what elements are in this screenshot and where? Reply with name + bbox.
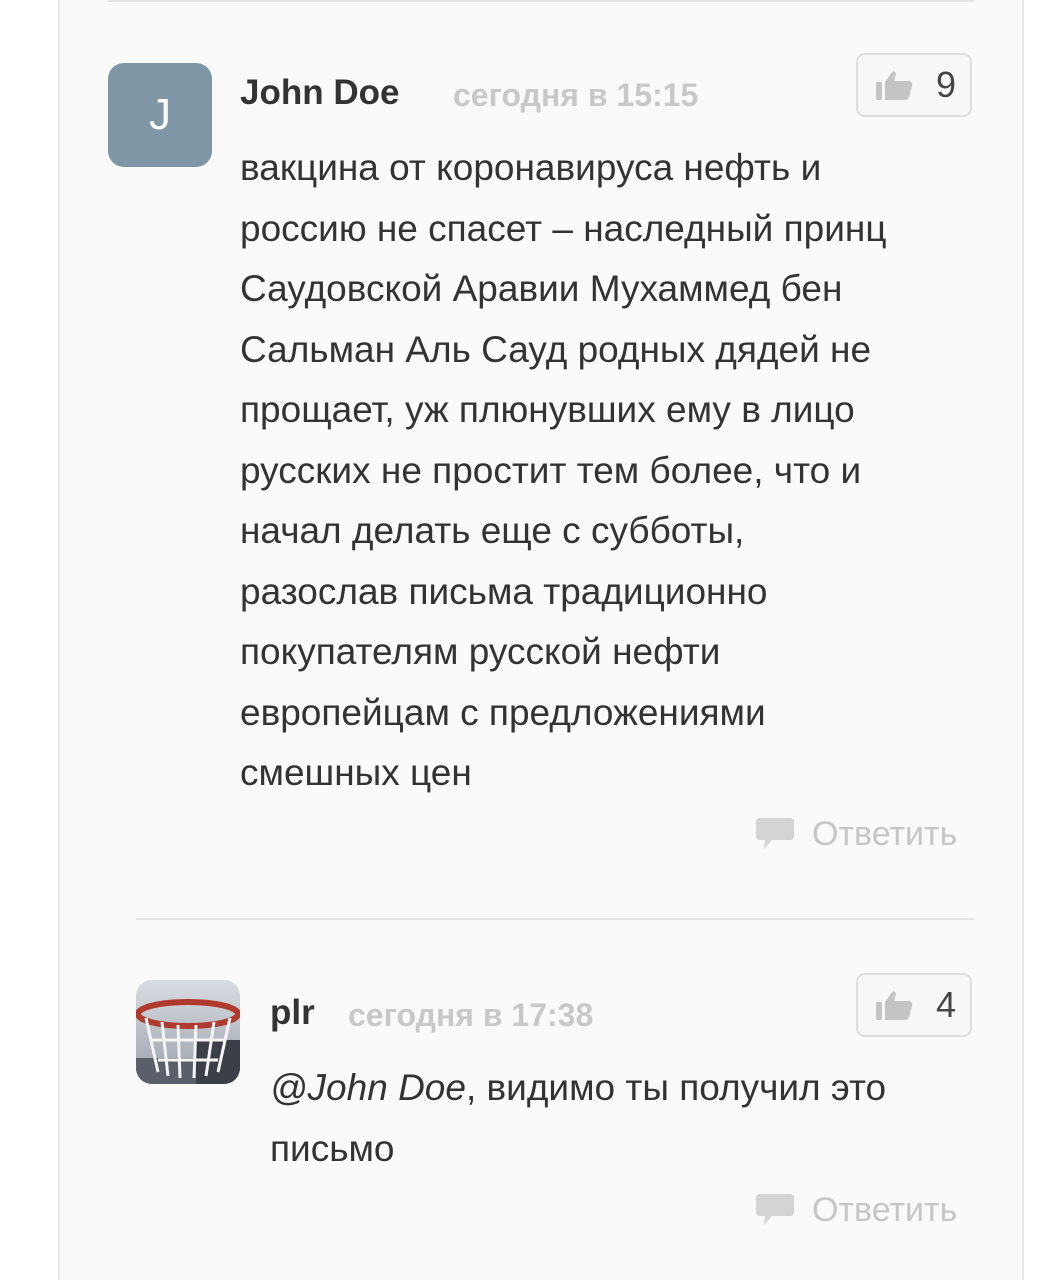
comment-author[interactable]: plr [270,993,315,1033]
comment-line: вакцина от коронавируса нефть и [240,147,822,188]
comment-line: Саудовской Аравии Мухаммед бен [240,268,843,309]
avatar[interactable]: J [108,63,212,167]
basketball-hoop-avatar-image [136,980,240,1084]
comment-line: письмо [270,1127,395,1169]
comment-line: начал делать еще с субботы, [240,510,745,551]
comment-line: покупателям русской нефти [240,631,721,672]
comment-line: разослав письма традиционно [240,570,768,612]
thumbs-up-icon [876,991,913,1020]
comment-body: @John Doe, видимо ты получил это письмо [270,1058,886,1179]
comment-line: русских не простит тем более, что и [240,449,862,491]
comment-timestamp: сегодня в 15:15 [453,77,699,113]
comment-timestamp: сегодня в 17:38 [348,997,594,1033]
speech-bubble-icon [756,1194,794,1225]
like-button[interactable]: 9 [856,53,972,117]
comment-line: прощает, уж плюнувших ему в лицо [240,389,855,430]
comment-line: @John Doe, видимо ты получил это [270,1058,886,1119]
speech-bubble-icon [756,818,794,849]
thumbs-up-icon [876,71,913,100]
like-count: 9 [935,64,956,105]
like-count: 4 [935,984,956,1025]
comment-line: россию не спасет – наследный принц [240,207,887,249]
reply-button[interactable]: Ответить [756,1190,957,1230]
reply-label: Ответить [812,814,958,853]
divider [108,0,974,2]
user-mention[interactable]: @John Doe [270,1067,466,1108]
like-button[interactable]: 4 [856,973,972,1037]
comment-author[interactable]: John Doe [240,73,399,113]
comment-line: Сальман Аль Сауд родных дядей не [240,328,872,370]
comment-text-fragment: , видимо ты получил это [465,1067,887,1108]
reply-label: Ответить [812,1190,958,1229]
comment-line: европейцам с предложениями [240,691,766,733]
comment-line: смешных цен [240,752,472,793]
reply-button[interactable]: Ответить [756,814,957,854]
avatar[interactable] [136,980,240,1084]
comment-body: вакцина от коронавируса нефть и россию н… [240,138,887,804]
divider [136,918,974,920]
